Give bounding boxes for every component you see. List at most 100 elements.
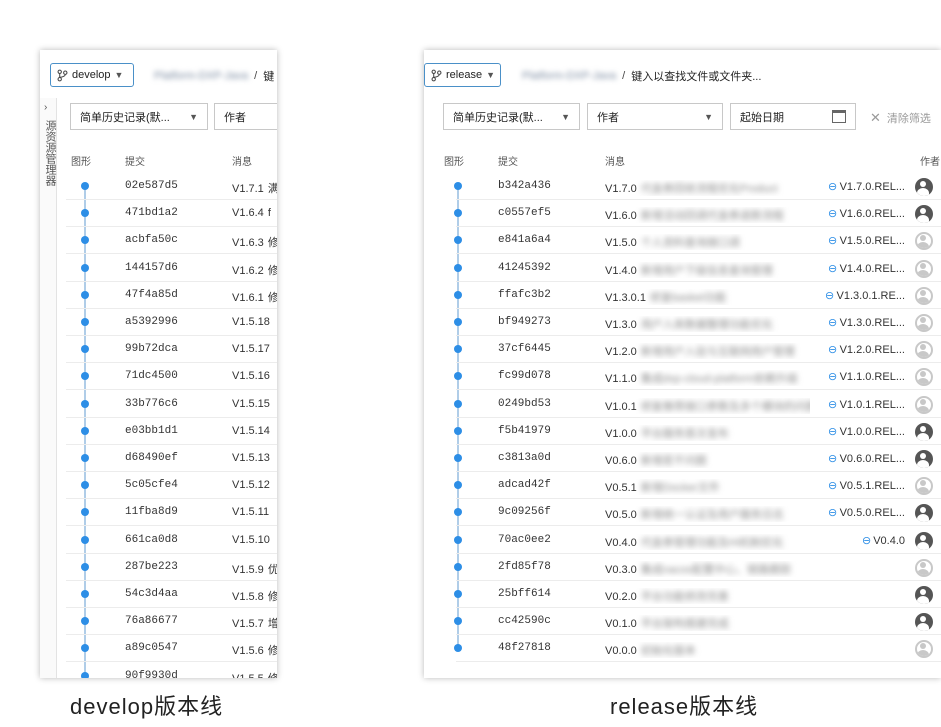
release-tag[interactable]: ⊘V1.3.0.REL... [825,315,905,330]
commit-row[interactable]: 70ac0ee2 V0.4.0 代金券管理功能及Hi机制优化 ⊘V0.4.0 [424,527,941,554]
commit-row[interactable]: 33b776c6 V1.5.15 [40,391,277,418]
release-tag[interactable]: ⊘V0.4.0 [859,533,905,548]
commit-row[interactable]: 76a86677 V1.5.7 增 [40,608,277,636]
expand-arrow-icon[interactable]: › [44,102,47,113]
commit-hash[interactable]: 99b72dca [125,343,178,355]
release-tag[interactable]: ⊘V1.0.1.REL... [825,397,905,412]
commit-row[interactable]: 48f27818 V0.0.0 初始化版本 [424,635,941,663]
commit-hash[interactable]: 70ac0ee2 [498,534,551,546]
author-filter[interactable]: 作者 [214,103,277,130]
commit-hash[interactable]: 37cf6445 [498,343,551,355]
release-tag[interactable]: ⊘V1.4.0.REL... [825,261,905,276]
commit-row[interactable]: f5b41979 V1.0.0 平台服务首次发布 ⊘V1.0.0.REL... [424,418,941,445]
commit-row[interactable]: 661ca0d8 V1.5.10 [40,527,277,554]
commit-hash[interactable]: 54c3d4aa [125,588,178,600]
commit-row[interactable]: cc42590c V0.1.0 平台架构搭建完成 [424,608,941,636]
commit-row[interactable]: 5c05cfe4 V1.5.12 [40,472,277,500]
commit-row[interactable]: a5392996 V1.5.18 [40,309,277,336]
commit-hash[interactable]: 02e587d5 [125,180,178,192]
history-mode-dropdown[interactable]: 简单历史记录(默... ▼ [443,103,580,130]
commit-hash[interactable]: 661ca0d8 [125,534,178,546]
commit-row[interactable]: bf949273 V1.3.0 用户入库数据整理功能优化 ⊘V1.3.0.REL... [424,309,941,336]
release-tag[interactable]: ⊘V0.5.1.REL... [825,479,905,494]
commit-hash[interactable]: acbfa50c [125,234,178,246]
commit-hash[interactable]: 76a86677 [125,615,178,627]
commit-row[interactable]: ffafc3b2 V1.3.0.1 修复basket功能 ⊘V1.3.0.1.RE..… [424,282,941,309]
branch-selector[interactable]: develop ▼ [50,63,134,87]
commit-hash[interactable]: 287be223 [125,561,178,573]
commit-hash[interactable]: 9c09256f [498,506,551,518]
file-search-hint[interactable]: 键入以查找文件或文件夹... [631,68,761,84]
file-search-hint[interactable]: 键 [263,68,274,84]
commit-row[interactable]: 0249bd53 V1.0.1 修复推荐接口参数及多个模块的问题 ⊘V1.0.1.RE… [424,391,941,418]
commit-row[interactable]: 2fd85f78 V0.3.0 集成nacos配置中心、链路跟踪 [424,554,941,581]
commit-row[interactable]: 11fba8d9 V1.5.11 [40,499,277,527]
release-tag[interactable]: ⊘V1.6.0.REL... [825,207,905,222]
commit-row[interactable]: e841a6a4 V1.5.0 个人资料查询接口调 ⊘V1.5.0.REL... [424,227,941,255]
commit-row[interactable]: 9c09256f V0.5.0 新增统一认证及用户服务日志 ⊘V0.5.0.REL..… [424,499,941,527]
history-mode-dropdown[interactable]: 简单历史记录(默... ▼ [70,103,208,130]
commit-row[interactable]: 47f4a85d V1.6.1 修 [40,282,277,309]
repo-path[interactable]: Platform-DXP-Java [522,70,616,82]
commit-row[interactable]: e03bb1d1 V1.5.14 [40,418,277,445]
commit-row[interactable]: 287be223 V1.5.9 优 [40,554,277,581]
commit-hash[interactable]: 2fd85f78 [498,561,551,573]
commit-hash[interactable]: e841a6a4 [498,234,551,246]
commit-hash[interactable]: ffafc3b2 [498,289,551,301]
author-filter[interactable]: 作者 ▼ [587,103,723,130]
commit-hash[interactable]: 144157d6 [125,262,178,274]
calendar-icon[interactable] [832,110,846,123]
commit-hash[interactable]: cc42590c [498,615,551,627]
commit-hash[interactable]: 0249bd53 [498,398,551,410]
commit-hash[interactable]: 71dc4500 [125,370,178,382]
commit-hash[interactable]: 41245392 [498,262,551,274]
commit-row[interactable]: fc99d078 V1.1.0 集成dxp-cloud-platform依赖升级 ⊘V… [424,363,941,391]
commit-row[interactable]: c0557ef5 V1.6.0 新增活动回调代金券退款流程 ⊘V1.6.0.REL..… [424,200,941,228]
release-tag[interactable]: ⊘V1.3.0.1.RE... [822,288,905,303]
commit-hash[interactable]: 33b776c6 [125,398,178,410]
commit-row[interactable]: adcad42f V0.5.1 新增Docker文件 ⊘V0.5.1.REL... [424,472,941,500]
commit-hash[interactable]: 47f4a85d [125,289,178,301]
commit-hash[interactable]: d68490ef [125,452,178,464]
commit-row[interactable]: c3813a0d V0.6.0 新增若干问题 ⊘V0.6.0.REL... [424,445,941,472]
commit-hash[interactable]: c0557ef5 [498,207,551,219]
release-tag[interactable]: ⊘V1.5.0.REL... [825,234,905,249]
commit-row[interactable]: d68490ef V1.5.13 [40,445,277,472]
clear-filters-button[interactable]: ✕ 清除筛选 [870,110,931,126]
release-tag[interactable]: ⊘V0.5.0.REL... [825,506,905,521]
release-tag[interactable]: ⊘V1.1.0.REL... [825,370,905,385]
commit-row[interactable]: acbfa50c V1.6.3 修 [40,227,277,255]
commit-hash[interactable]: a89c0547 [125,642,178,654]
release-tag[interactable]: ⊘V1.0.0.REL... [825,424,905,439]
commit-hash[interactable]: e03bb1d1 [125,425,178,437]
commit-hash[interactable]: fc99d078 [498,370,551,382]
commit-row[interactable]: 25bff614 V0.2.0 平台功能修改完善 [424,581,941,608]
commit-row[interactable]: a89c0547 V1.5.6 修 [40,635,277,663]
commit-hash[interactable]: 48f27818 [498,642,551,654]
commit-row[interactable]: 02e587d5 V1.7.1 满 [40,173,277,200]
commit-row[interactable]: 54c3d4aa V1.5.8 修 [40,581,277,608]
commit-hash[interactable]: bf949273 [498,316,551,328]
release-tag[interactable]: ⊘V1.7.0.REL... [825,179,905,194]
commit-row[interactable]: 41245392 V1.4.0 新增用户下级信息查询管理 ⊘V1.4.0.REL... [424,255,941,282]
commit-hash[interactable]: 25bff614 [498,588,551,600]
commit-hash[interactable]: b342a436 [498,180,551,192]
commit-hash[interactable]: c3813a0d [498,452,551,464]
start-date-picker[interactable]: 起始日期 [730,103,856,130]
commit-row[interactable]: 144157d6 V1.6.2 修 [40,255,277,282]
commit-row[interactable]: 99b72dca V1.5.17 [40,336,277,364]
release-tag[interactable]: ⊘V0.6.0.REL... [825,451,905,466]
commit-hash[interactable]: 471bd1a2 [125,207,178,219]
commit-hash[interactable]: 5c05cfe4 [125,479,178,491]
commit-hash[interactable]: f5b41979 [498,425,551,437]
commit-row[interactable]: 37cf6445 V1.2.0 新增用户入驻与互联网用户管理 ⊘V1.2.0.REL.… [424,336,941,364]
release-tag[interactable]: ⊘V1.2.0.REL... [825,343,905,358]
commit-row[interactable]: 71dc4500 V1.5.16 [40,363,277,391]
commit-hash[interactable]: 11fba8d9 [125,506,178,518]
branch-selector[interactable]: release ▼ [424,63,501,87]
commit-row[interactable]: 471bd1a2 V1.6.4 f [40,200,277,228]
commit-hash[interactable]: adcad42f [498,479,551,491]
repo-path[interactable]: Platform-DXP-Java [154,70,248,82]
commit-hash[interactable]: a5392996 [125,316,178,328]
commit-hash[interactable]: 90f9930d [125,670,178,678]
